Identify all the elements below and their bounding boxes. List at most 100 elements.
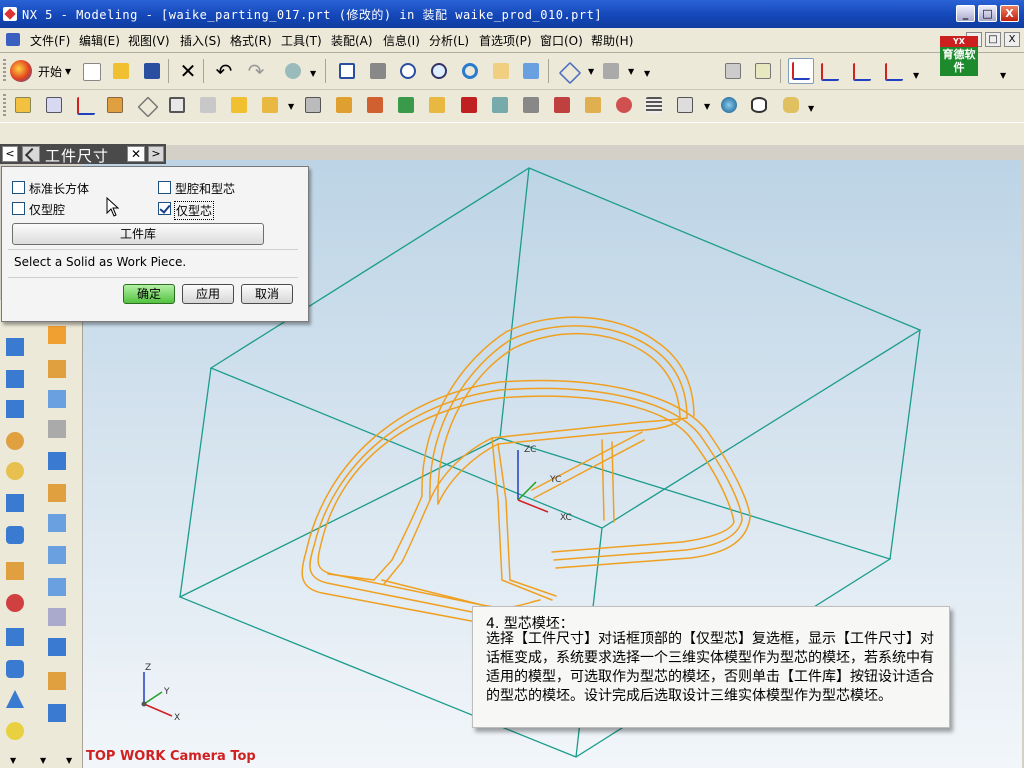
chevron-down-icon[interactable]: ▼ xyxy=(40,756,46,765)
render-style-button[interactable] xyxy=(600,60,622,82)
menu-information[interactable]: 信息(I) xyxy=(383,32,420,49)
cone-icon[interactable] xyxy=(6,400,24,418)
database-button[interactable] xyxy=(780,94,802,116)
checkbox-core-only[interactable] xyxy=(158,202,171,215)
menu-analysis[interactable]: 分析(L) xyxy=(429,32,469,49)
ok-button[interactable]: 确定 xyxy=(123,284,175,304)
trim-mold-button[interactable] xyxy=(551,94,573,116)
orient-view-button[interactable] xyxy=(557,60,582,85)
chevron-down-icon[interactable]: ▼ xyxy=(628,67,634,76)
runner-button[interactable] xyxy=(458,94,480,116)
checkbox-core-only-label[interactable]: 仅型芯 xyxy=(174,201,215,220)
thread-icon[interactable] xyxy=(6,562,24,580)
scale-body-icon[interactable] xyxy=(48,672,66,690)
mold-csys-button[interactable] xyxy=(43,94,65,116)
move-to-layer-button[interactable] xyxy=(752,60,774,82)
refresh-button[interactable] xyxy=(520,60,542,82)
minimize-button[interactable]: _ xyxy=(956,5,975,22)
subinsert-button[interactable] xyxy=(395,94,417,116)
close-button[interactable]: X xyxy=(1000,5,1019,22)
fit-view-button[interactable] xyxy=(336,60,358,82)
mold-drawing-button[interactable] xyxy=(643,94,665,116)
chevron-down-icon[interactable]: ▼ xyxy=(310,69,316,78)
workpiece-button[interactable] xyxy=(104,94,126,116)
delete-button[interactable]: ✕ xyxy=(177,60,199,82)
subtract-icon[interactable] xyxy=(48,578,66,596)
trim-body-icon[interactable] xyxy=(6,628,24,646)
menu-tools[interactable]: 工具(T) xyxy=(281,32,322,49)
checkbox-cavity-and-core[interactable] xyxy=(158,181,171,194)
electrode-button[interactable] xyxy=(520,94,542,116)
extrude-icon[interactable] xyxy=(48,326,66,344)
checkbox-cavity-only[interactable] xyxy=(12,202,25,215)
chamfer-icon[interactable] xyxy=(6,494,24,512)
pan-button[interactable] xyxy=(490,60,512,82)
menu-help[interactable]: 帮助(H) xyxy=(591,32,633,49)
visibility-button[interactable] xyxy=(748,94,770,116)
slider-lifter-button[interactable] xyxy=(364,94,386,116)
menu-format[interactable]: 格式(R) xyxy=(230,32,272,49)
maximize-button[interactable]: □ xyxy=(978,5,997,22)
draft-icon[interactable] xyxy=(6,690,24,708)
checkbox-cavity-only-label[interactable]: 仅型腔 xyxy=(29,201,65,218)
unite-icon[interactable] xyxy=(6,594,24,612)
chevron-down-icon[interactable]: ▼ xyxy=(66,756,72,765)
wcs-origin-button[interactable] xyxy=(818,60,840,82)
menu-insert[interactable]: 插入(S) xyxy=(180,32,221,49)
ejector-pin-button[interactable] xyxy=(333,94,355,116)
toolbar-grip[interactable] xyxy=(3,94,6,118)
cancel-button[interactable]: 取消 xyxy=(241,284,293,304)
toolbar-grip[interactable] xyxy=(3,59,6,83)
rotate-wcs-button[interactable] xyxy=(850,60,872,82)
open-button[interactable] xyxy=(110,60,132,82)
edge-blend-icon[interactable] xyxy=(6,462,24,480)
chevron-right-icon[interactable]: > xyxy=(148,146,164,162)
zoom-button[interactable] xyxy=(397,60,419,82)
save-button[interactable] xyxy=(141,60,163,82)
chevron-down-icon[interactable]: ▼ xyxy=(65,67,71,76)
mold-tools-button[interactable] xyxy=(197,94,219,116)
dialog-title-bar[interactable]: < 工件尺寸 ✕ > xyxy=(0,144,166,165)
pocket-icon[interactable] xyxy=(48,452,66,470)
cooling-button[interactable] xyxy=(489,94,511,116)
start-icon[interactable] xyxy=(10,60,32,82)
apply-button[interactable]: 应用 xyxy=(182,284,234,304)
family-mold-button[interactable] xyxy=(166,94,188,116)
chevron-down-icon[interactable]: ▼ xyxy=(808,104,814,113)
groove-icon[interactable] xyxy=(48,546,66,564)
undo-button[interactable]: ↶ xyxy=(213,60,235,82)
cylinder-icon[interactable] xyxy=(6,370,24,388)
gate-button[interactable] xyxy=(426,94,448,116)
chevron-down-icon[interactable]: ▼ xyxy=(913,71,919,80)
block-icon[interactable] xyxy=(6,338,24,356)
shell-icon[interactable] xyxy=(6,526,24,544)
redo-button[interactable]: ↷ xyxy=(245,60,267,82)
rotate-button[interactable] xyxy=(459,60,481,82)
wcs-orient-button[interactable] xyxy=(882,60,904,82)
menu-assemblies[interactable]: 装配(A) xyxy=(331,32,373,49)
chevron-down-icon[interactable]: ▼ xyxy=(644,69,650,78)
chevron-down-icon[interactable]: ▼ xyxy=(288,102,294,111)
offset-face-icon[interactable] xyxy=(6,660,24,678)
document-icon[interactable] xyxy=(6,33,20,46)
chevron-down-icon[interactable]: ▼ xyxy=(10,756,16,765)
mdi-restore-button[interactable]: □ xyxy=(985,32,1001,47)
chevron-down-icon[interactable]: ▼ xyxy=(704,102,710,111)
standard-part-button[interactable] xyxy=(302,94,324,116)
wcs-dynamics-button[interactable] xyxy=(788,58,814,84)
mdi-close-button[interactable]: X xyxy=(1004,32,1020,47)
checkbox-standard-block[interactable] xyxy=(12,181,25,194)
web-button[interactable] xyxy=(718,94,740,116)
chevron-left-icon[interactable]: < xyxy=(2,146,18,162)
layer-settings-button[interactable] xyxy=(722,60,744,82)
cavity-layout-button[interactable] xyxy=(135,94,159,118)
close-icon[interactable]: ✕ xyxy=(127,146,145,162)
cavity-design-button[interactable] xyxy=(582,94,604,116)
menu-window[interactable]: 窗口(O) xyxy=(540,32,583,49)
chevron-down-icon[interactable]: ▼ xyxy=(588,67,594,76)
mold-base-button[interactable] xyxy=(259,94,281,116)
menu-preferences[interactable]: 首选项(P) xyxy=(479,32,532,49)
shrinkage-button[interactable] xyxy=(74,94,96,116)
start-label[interactable]: 开始 xyxy=(38,63,62,80)
menu-file[interactable]: 文件(F) xyxy=(30,32,70,49)
